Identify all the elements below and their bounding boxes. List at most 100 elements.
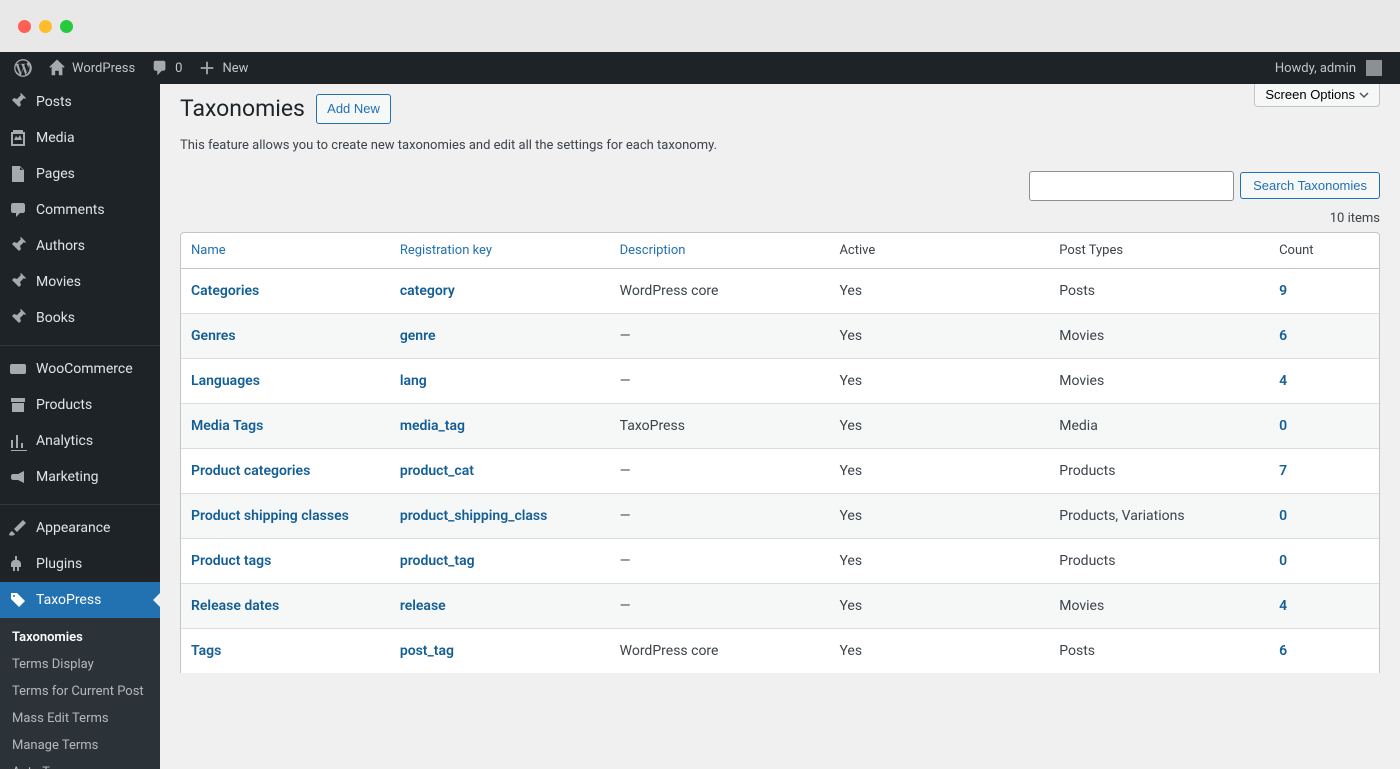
comments-link[interactable]: 0 — [143, 52, 190, 84]
registration-key-link[interactable]: product_cat — [400, 463, 474, 479]
admin-sidebar: PostsMediaPagesCommentsAuthors Movies Book… — [0, 84, 160, 769]
cell-description: — — [610, 493, 830, 538]
submenu-item[interactable]: Terms Display — [0, 651, 160, 678]
taxonomy-name-link[interactable]: Languages — [191, 373, 260, 389]
cell-description: TaxoPress — [610, 403, 830, 448]
screen-options-button[interactable]: Screen Options — [1254, 84, 1380, 107]
count-link[interactable]: 6 — [1279, 328, 1287, 344]
sidebar-item-plugins[interactable]: Plugins — [0, 546, 160, 582]
taxonomy-name-link[interactable]: Product categories — [191, 463, 310, 479]
registration-key-link[interactable]: post_tag — [400, 643, 454, 659]
cell-active: Yes — [829, 269, 1049, 313]
taxonomy-name-link[interactable]: Genres — [191, 328, 236, 344]
count-link[interactable]: 7 — [1279, 463, 1287, 479]
sidebar-item-books[interactable]: Books — [0, 300, 160, 336]
taxonomy-name-link[interactable]: Tags — [191, 643, 221, 659]
sidebar-item-label: Products — [36, 397, 92, 413]
comments-count: 0 — [175, 61, 182, 76]
cell-active: Yes — [829, 583, 1049, 628]
taxonomies-table: Name Registration key Description Active… — [180, 232, 1380, 673]
submenu-item[interactable]: Taxonomies — [0, 624, 160, 651]
submenu-item[interactable]: Auto Terms — [0, 759, 160, 769]
sidebar-item-comments[interactable]: Comments — [0, 192, 160, 228]
table-row: Genres genre — Yes Movies 6 — [181, 313, 1379, 358]
table-row: Product categories product_cat — Yes Pro… — [181, 448, 1379, 493]
page-title: Taxonomies — [180, 95, 305, 122]
sidebar-item-movies[interactable]: Movies — [0, 264, 160, 300]
add-new-button[interactable]: Add New — [316, 94, 391, 124]
woo-icon — [8, 359, 28, 379]
registration-key-link[interactable]: product_tag — [400, 553, 475, 569]
registration-key-link[interactable]: lang — [400, 373, 427, 389]
table-row: Categories category WordPress core Yes P… — [181, 269, 1379, 313]
sidebar-item-marketing[interactable]: Marketing — [0, 459, 160, 495]
registration-key-link[interactable]: genre — [400, 328, 436, 344]
sidebar-item-analytics[interactable]: Analytics — [0, 423, 160, 459]
submenu-item[interactable]: Manage Terms — [0, 732, 160, 759]
count-link[interactable]: 0 — [1279, 418, 1287, 434]
count-link[interactable]: 4 — [1279, 598, 1287, 614]
site-link[interactable]: WordPress — [40, 52, 143, 84]
column-registration-key[interactable]: Registration key — [390, 233, 610, 269]
cell-description: WordPress core — [610, 269, 830, 313]
tag-icon — [8, 590, 28, 610]
count-link[interactable]: 9 — [1279, 283, 1287, 299]
plus-icon — [198, 59, 216, 77]
registration-key-link[interactable]: category — [400, 283, 455, 299]
count-link[interactable]: 0 — [1279, 553, 1287, 569]
column-count: Count — [1269, 233, 1379, 269]
window-minimize-button[interactable] — [39, 20, 52, 33]
sidebar-item-label: Plugins — [36, 556, 82, 572]
window-zoom-button[interactable] — [60, 20, 73, 33]
count-link[interactable]: 4 — [1279, 373, 1287, 389]
avatar — [1366, 60, 1382, 76]
submenu-item[interactable]: Terms for Current Post — [0, 678, 160, 705]
home-icon — [48, 59, 66, 77]
taxonomy-name-link[interactable]: Release dates — [191, 598, 279, 614]
registration-key-link[interactable]: product_shipping_class — [400, 508, 548, 524]
wordpress-logo[interactable] — [6, 52, 40, 84]
cell-description: WordPress core — [610, 628, 830, 673]
column-description[interactable]: Description — [610, 233, 830, 269]
howdy-text: Howdy, admin — [1275, 61, 1356, 76]
pin-icon — [8, 308, 28, 328]
search-input[interactable] — [1029, 171, 1234, 201]
cell-active: Yes — [829, 448, 1049, 493]
count-link[interactable]: 0 — [1279, 508, 1287, 524]
sidebar-item-taxopress[interactable]: TaxoPress — [0, 582, 160, 618]
sidebar-item-posts[interactable]: Posts — [0, 84, 160, 120]
brush-icon — [8, 518, 28, 538]
cell-active: Yes — [829, 493, 1049, 538]
sidebar-item-authors[interactable]: Authors — [0, 228, 160, 264]
site-name: WordPress — [72, 61, 135, 76]
comment-icon — [151, 59, 169, 77]
cell-description: — — [610, 358, 830, 403]
submenu-item[interactable]: Mass Edit Terms — [0, 705, 160, 732]
search-button[interactable]: Search Taxonomies — [1240, 172, 1380, 199]
taxonomy-name-link[interactable]: Product tags — [191, 553, 271, 569]
cell-active: Yes — [829, 628, 1049, 673]
sidebar-item-woocommerce[interactable]: WooCommerce — [0, 351, 160, 387]
taxonomy-name-link[interactable]: Media Tags — [191, 418, 263, 434]
count-link[interactable]: 6 — [1279, 643, 1287, 659]
registration-key-link[interactable]: media_tag — [400, 418, 465, 434]
sidebar-item-label: Movies — [36, 274, 81, 290]
table-row: Product shipping classes product_shippin… — [181, 493, 1379, 538]
window-close-button[interactable] — [18, 20, 31, 33]
sidebar-item-pages[interactable]: Pages — [0, 156, 160, 192]
sidebar-item-label: Appearance — [36, 520, 110, 536]
my-account[interactable]: Howdy, admin — [1267, 52, 1390, 84]
table-row: Product tags product_tag — Yes Products … — [181, 538, 1379, 583]
sidebar-item-appearance[interactable]: Appearance — [0, 510, 160, 546]
sidebar-item-media[interactable]: Media — [0, 120, 160, 156]
taxonomy-name-link[interactable]: Categories — [191, 283, 259, 299]
chevron-down-icon — [1359, 90, 1369, 100]
pin-icon — [8, 236, 28, 256]
taxonomy-name-link[interactable]: Product shipping classes — [191, 508, 349, 524]
column-name[interactable]: Name — [181, 233, 390, 269]
screen-options-label: Screen Options — [1265, 87, 1355, 102]
new-content-link[interactable]: New — [190, 52, 256, 84]
registration-key-link[interactable]: release — [400, 598, 446, 614]
sidebar-item-products[interactable]: Products — [0, 387, 160, 423]
cell-post-types: Media — [1049, 403, 1269, 448]
